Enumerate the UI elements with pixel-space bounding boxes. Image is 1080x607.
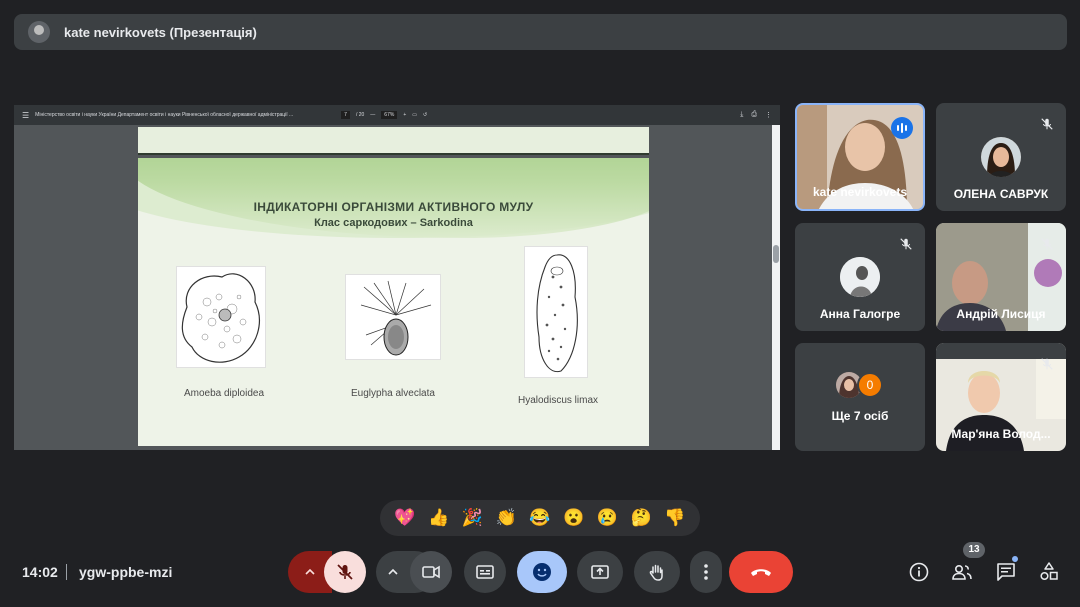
- zoom-out-icon[interactable]: —: [370, 112, 375, 118]
- mic-toggle-button[interactable]: [324, 551, 366, 593]
- organism-label: Euglypha alveclata: [351, 388, 435, 399]
- participant-name: ОЛЕНА САВРУК: [953, 187, 1049, 201]
- participant-tile-more[interactable]: 0 Ще 7 осіб: [795, 343, 925, 451]
- presenter-bar: kate nevirkovets (Презентація): [14, 14, 1067, 50]
- reaction-party-icon[interactable]: 🎉: [462, 508, 483, 528]
- people-button[interactable]: [950, 560, 974, 584]
- chat-notification-dot: [1012, 556, 1018, 562]
- shared-screen: ☰ Міністерство освіти і науки України Де…: [14, 105, 780, 450]
- reactions-bar: 💖 👍 🎉 👏 😂 😮 😢 🤔 👎: [380, 500, 700, 536]
- pdf-toolbar: ☰ Міністерство освіти і науки України Де…: [14, 105, 780, 125]
- slide: ІНДИКАТОРНІ ОРГАНІЗМИ АКТИВНОГО МУЛУ Кла…: [138, 158, 649, 446]
- amoeba-image: [176, 266, 266, 368]
- chat-button[interactable]: [994, 560, 1018, 584]
- rotate-icon[interactable]: ↺: [423, 112, 427, 118]
- meeting-info-button[interactable]: [907, 560, 931, 584]
- more-options-button[interactable]: [690, 551, 722, 593]
- download-icon[interactable]: ⤓: [740, 111, 743, 119]
- participant-name: Ще 7 осіб: [831, 409, 889, 423]
- chat-icon: [997, 563, 1015, 581]
- reaction-cry-icon[interactable]: 😢: [597, 508, 618, 528]
- zoom-field[interactable]: 67%: [381, 111, 398, 119]
- participant-tile[interactable]: Мар'яна Волод...: [936, 343, 1066, 451]
- fit-page-icon[interactable]: ▭: [412, 112, 417, 118]
- mic-off-icon: [900, 238, 912, 250]
- previous-page: [138, 127, 649, 155]
- meeting-code: ygw-ppbe-mzi: [79, 564, 173, 580]
- reaction-heart-icon[interactable]: 💖: [394, 508, 415, 528]
- scrollbar-thumb[interactable]: [773, 245, 779, 263]
- participant-name: Анна Галогре: [819, 307, 901, 321]
- participant-name: Андрій Лисиця: [956, 307, 1046, 321]
- participant-tile[interactable]: ОЛЕНА САВРУК: [936, 103, 1066, 211]
- zoom-in-icon[interactable]: +: [403, 112, 406, 118]
- reaction-surprised-icon[interactable]: 😮: [563, 508, 584, 528]
- euglypha-image: [345, 274, 441, 360]
- camera-toggle-button[interactable]: [410, 551, 452, 593]
- raise-hand-button[interactable]: [634, 551, 680, 593]
- presenter-title: kate nevirkovets (Презентація): [64, 24, 257, 40]
- mic-off-icon: [1041, 118, 1053, 130]
- divider: [66, 564, 67, 580]
- more-options-icon[interactable]: ⋮: [765, 111, 772, 119]
- end-call-icon: [751, 569, 771, 576]
- menu-icon[interactable]: ☰: [22, 111, 29, 120]
- leave-call-button[interactable]: [729, 551, 793, 593]
- participant-tile[interactable]: kate nevirkovets: [795, 103, 925, 211]
- mic-off-icon: [1041, 358, 1053, 370]
- participant-avatar: [840, 257, 880, 297]
- page-total: / 20: [355, 112, 365, 118]
- participant-name: kate nevirkovets: [812, 185, 908, 199]
- slide-title: ІНДИКАТОРНІ ОРГАНІЗМИ АКТИВНОГО МУЛУ: [253, 200, 534, 214]
- info-icon: [909, 562, 929, 582]
- speaking-indicator-icon: [891, 117, 913, 139]
- video-camera-icon: [422, 565, 440, 579]
- meeting-time: 14:02: [22, 564, 58, 580]
- scrollbar[interactable]: [772, 125, 780, 450]
- chevron-up-icon: [305, 568, 315, 575]
- people-icon: [952, 565, 972, 580]
- reactions-button[interactable]: [517, 551, 567, 593]
- participant-avatar: [981, 137, 1021, 177]
- chevron-up-icon: [388, 568, 398, 575]
- hyalodiscus-image: [524, 246, 588, 378]
- more-participants-count: 0: [857, 372, 883, 398]
- organism-label: Amoeba diploidea: [183, 388, 265, 399]
- mic-off-icon: [337, 564, 353, 580]
- emoji-icon: [533, 563, 551, 581]
- print-icon[interactable]: ⎙: [751, 111, 757, 119]
- slide-subtitle: Клас саркодових – Sarkodina: [314, 217, 473, 229]
- activities-icon: [1040, 562, 1058, 581]
- participant-tile[interactable]: Андрій Лисиця: [936, 223, 1066, 331]
- present-screen-icon: [591, 565, 609, 579]
- present-button[interactable]: [577, 551, 623, 593]
- mic-off-icon: [1041, 238, 1053, 250]
- captions-button[interactable]: [464, 551, 506, 593]
- reaction-thinking-icon[interactable]: 🤔: [631, 508, 652, 528]
- reaction-thumbs-up-icon[interactable]: 👍: [428, 508, 449, 528]
- people-count-badge: 13: [963, 542, 985, 558]
- activities-button[interactable]: [1037, 560, 1061, 584]
- hand-icon: [649, 564, 663, 581]
- reaction-clap-icon[interactable]: 👏: [496, 508, 517, 528]
- closed-captions-icon: [476, 565, 494, 579]
- reaction-laugh-icon[interactable]: 😂: [529, 508, 550, 528]
- pdf-title: Міністерство освіти і науки України Депа…: [35, 112, 294, 118]
- reaction-thumbs-down-icon[interactable]: 👎: [664, 508, 685, 528]
- organism-label: Hyalodiscus limax: [517, 395, 599, 406]
- more-vert-icon: [704, 564, 708, 580]
- presenter-avatar: [28, 21, 50, 43]
- page-number-field[interactable]: 7: [341, 111, 350, 119]
- participant-name: Мар'яна Волод...: [951, 427, 1051, 441]
- participant-tile[interactable]: Анна Галогре: [795, 223, 925, 331]
